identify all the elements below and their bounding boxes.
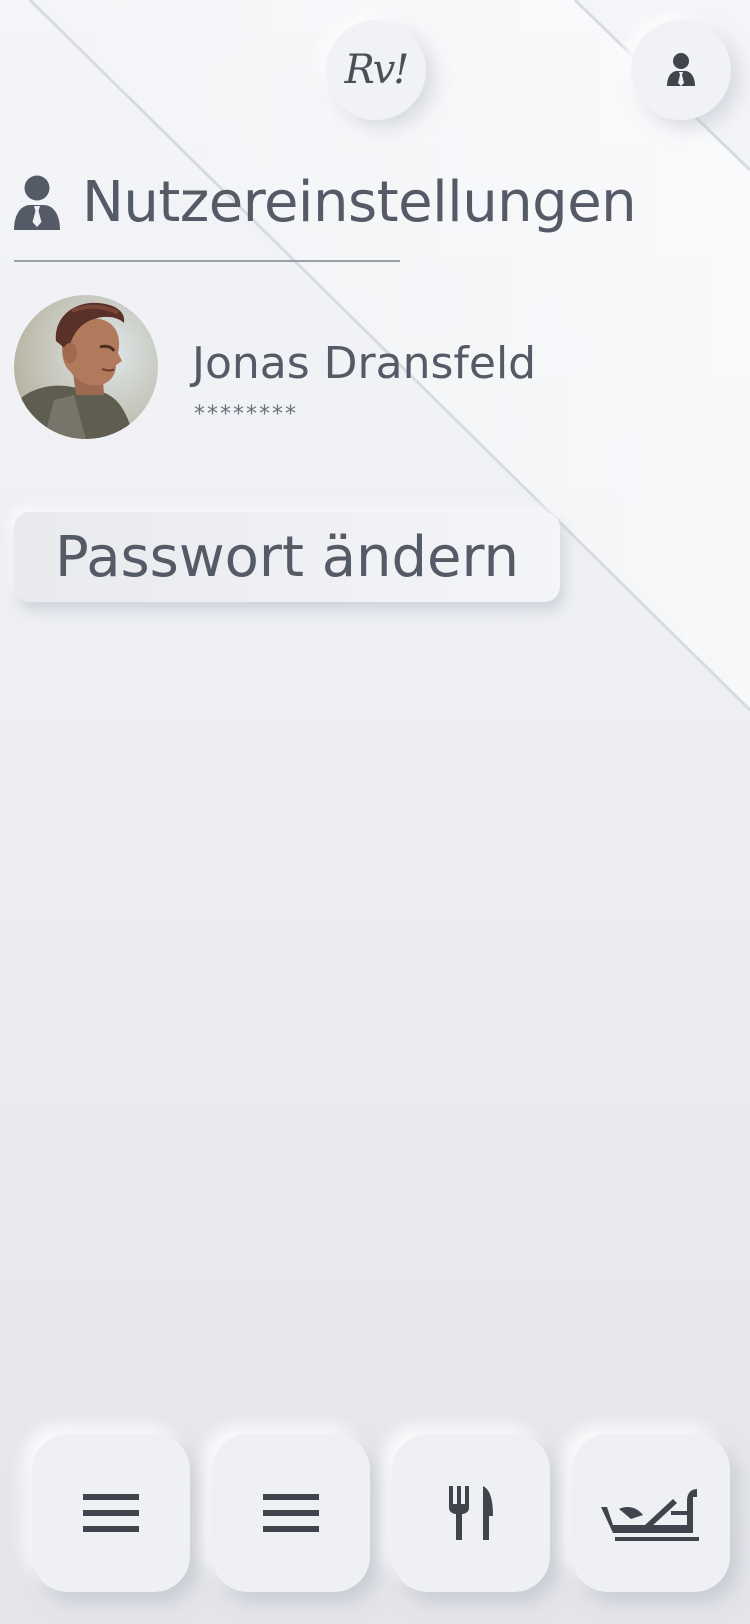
background-decoration (0, 0, 750, 1624)
password-mask: ******** (194, 402, 298, 427)
heading-divider (14, 260, 400, 262)
change-password-button[interactable]: Passwort ändern (14, 512, 560, 602)
gondola-icon (601, 1489, 699, 1541)
nav-menu-button-1[interactable] (32, 1434, 190, 1592)
user-tie-icon (667, 53, 695, 86)
settings-heading: Nutzereinstellungen (14, 170, 637, 235)
nav-restaurant-button[interactable] (392, 1434, 550, 1592)
user-tie-icon (14, 175, 60, 230)
page-title: Nutzereinstellungen (82, 170, 637, 235)
logo-text: Rv! (344, 47, 410, 93)
avatar (14, 295, 158, 439)
profile-button[interactable] (631, 20, 731, 120)
app-logo[interactable]: Rv! (326, 20, 426, 120)
nav-menu-button-2[interactable] (212, 1434, 370, 1592)
menu-icon (263, 1494, 319, 1532)
user-name: Jonas Dransfeld (192, 338, 537, 389)
menu-icon (83, 1494, 139, 1532)
nav-gondola-button[interactable] (572, 1434, 730, 1592)
fork-knife-icon (449, 1486, 493, 1540)
